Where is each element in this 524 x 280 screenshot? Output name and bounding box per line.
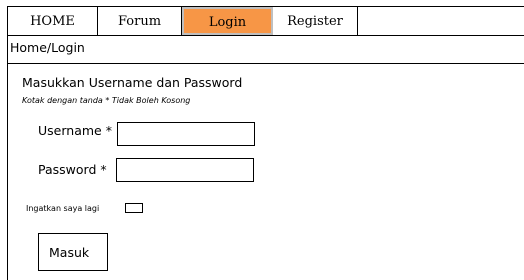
remember-me-label: Ingatkan saya lagi [26,204,100,213]
required-note: Kotak dengan tanda * Tidak Boleh Kosong [22,96,191,105]
nav-login-active[interactable]: Login [182,7,273,35]
nav-register[interactable]: Register [273,7,358,35]
username-label: Username * [38,123,112,138]
breadcrumb-bar: Home/Login [7,36,524,64]
top-navigation: HOME Forum Login Register [7,6,524,36]
breadcrumb: Home/Login [10,40,85,55]
username-input[interactable] [117,122,255,146]
nav-home[interactable]: HOME [8,7,98,35]
remember-me-checkbox[interactable] [125,203,143,213]
password-input[interactable] [116,158,254,182]
password-label: Password * [38,162,107,177]
login-heading: Masukkan Username dan Password [22,75,243,90]
login-submit-button[interactable]: Masuk [38,233,108,271]
nav-forum[interactable]: Forum [98,7,182,35]
nav-empty-space [358,7,524,35]
